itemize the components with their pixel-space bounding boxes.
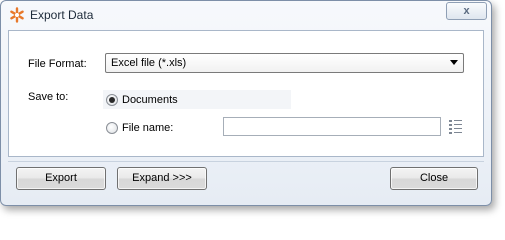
close-icon: x	[463, 5, 470, 17]
documents-option-label[interactable]: Documents	[122, 94, 178, 106]
file-name-radio[interactable]	[106, 122, 118, 134]
title-bar[interactable]: Export Data x	[1, 1, 491, 29]
footer-divider	[8, 161, 484, 162]
file-format-label: File Format:	[28, 58, 87, 70]
asterisk-app-icon	[10, 7, 24, 23]
file-format-dropdown[interactable]: Excel file (*.xls)	[105, 53, 464, 73]
save-to-label: Save to:	[28, 91, 69, 103]
expand-button[interactable]: Expand >>>	[117, 167, 207, 190]
radio-selected-dot	[109, 97, 115, 103]
file-name-option-label[interactable]: File name:	[122, 122, 173, 134]
documents-radio[interactable]	[106, 94, 118, 106]
file-name-input[interactable]	[223, 117, 441, 136]
export-data-dialog: Export Data x File Format: Excel file (*…	[0, 0, 492, 206]
window-title: Export Data	[30, 8, 94, 22]
browse-folder-icon[interactable]	[447, 118, 465, 135]
chevron-down-icon	[450, 60, 458, 65]
window-close-button[interactable]: x	[446, 2, 487, 20]
export-button[interactable]: Export	[16, 167, 106, 190]
close-button[interactable]: Close	[390, 167, 478, 190]
file-format-selected-value: Excel file (*.xls)	[111, 57, 187, 69]
